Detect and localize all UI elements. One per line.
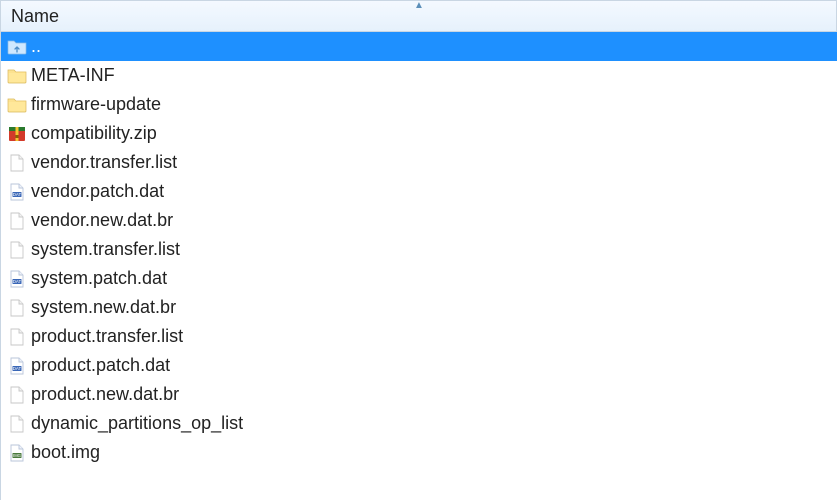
file-list[interactable]: .. META-INF firmware-update compatibility.z…	[1, 32, 837, 467]
column-header-label: Name	[11, 6, 59, 27]
list-item[interactable]: vendor.patch.dat	[1, 177, 837, 206]
file-icon	[7, 327, 27, 347]
list-item-label: system.new.dat.br	[31, 297, 176, 318]
file-icon	[7, 385, 27, 405]
list-item-label: vendor.patch.dat	[31, 181, 164, 202]
list-item-label: ..	[31, 36, 41, 57]
folder-icon	[7, 66, 27, 86]
column-header-row: Name ▲	[1, 0, 837, 32]
list-item-label: META-INF	[31, 65, 115, 86]
img-icon	[7, 443, 27, 463]
file-icon	[7, 153, 27, 173]
file-icon	[7, 240, 27, 260]
list-item-label: boot.img	[31, 442, 100, 463]
list-item-label: firmware-update	[31, 94, 161, 115]
list-item-label: product.transfer.list	[31, 326, 183, 347]
list-item-label: system.patch.dat	[31, 268, 167, 289]
list-item[interactable]: vendor.transfer.list	[1, 148, 837, 177]
file-icon	[7, 298, 27, 318]
list-item[interactable]: compatibility.zip	[1, 119, 837, 148]
list-item[interactable]: system.patch.dat	[1, 264, 837, 293]
dat-icon	[7, 182, 27, 202]
list-item[interactable]: ..	[1, 32, 837, 61]
file-icon	[7, 414, 27, 434]
list-item-label: vendor.transfer.list	[31, 152, 177, 173]
list-item[interactable]: system.new.dat.br	[1, 293, 837, 322]
folder-up-icon	[7, 37, 27, 57]
list-item-label: dynamic_partitions_op_list	[31, 413, 243, 434]
list-item-label: system.transfer.list	[31, 239, 180, 260]
list-item[interactable]: vendor.new.dat.br	[1, 206, 837, 235]
file-icon	[7, 211, 27, 231]
list-item[interactable]: product.new.dat.br	[1, 380, 837, 409]
sort-asc-icon: ▲	[414, 1, 424, 11]
dat-icon	[7, 356, 27, 376]
list-item[interactable]: system.transfer.list	[1, 235, 837, 264]
dat-icon	[7, 269, 27, 289]
list-item-label: compatibility.zip	[31, 123, 157, 144]
archive-icon	[7, 124, 27, 144]
folder-icon	[7, 95, 27, 115]
list-item-label: vendor.new.dat.br	[31, 210, 173, 231]
list-item[interactable]: firmware-update	[1, 90, 837, 119]
list-item-label: product.patch.dat	[31, 355, 170, 376]
file-list-pane: Name ▲ .. META-INF firmware-update compatib…	[0, 0, 837, 500]
list-item-label: product.new.dat.br	[31, 384, 179, 405]
list-item[interactable]: META-INF	[1, 61, 837, 90]
list-item[interactable]: product.patch.dat	[1, 351, 837, 380]
list-item[interactable]: boot.img	[1, 438, 837, 467]
list-item[interactable]: dynamic_partitions_op_list	[1, 409, 837, 438]
list-item[interactable]: product.transfer.list	[1, 322, 837, 351]
